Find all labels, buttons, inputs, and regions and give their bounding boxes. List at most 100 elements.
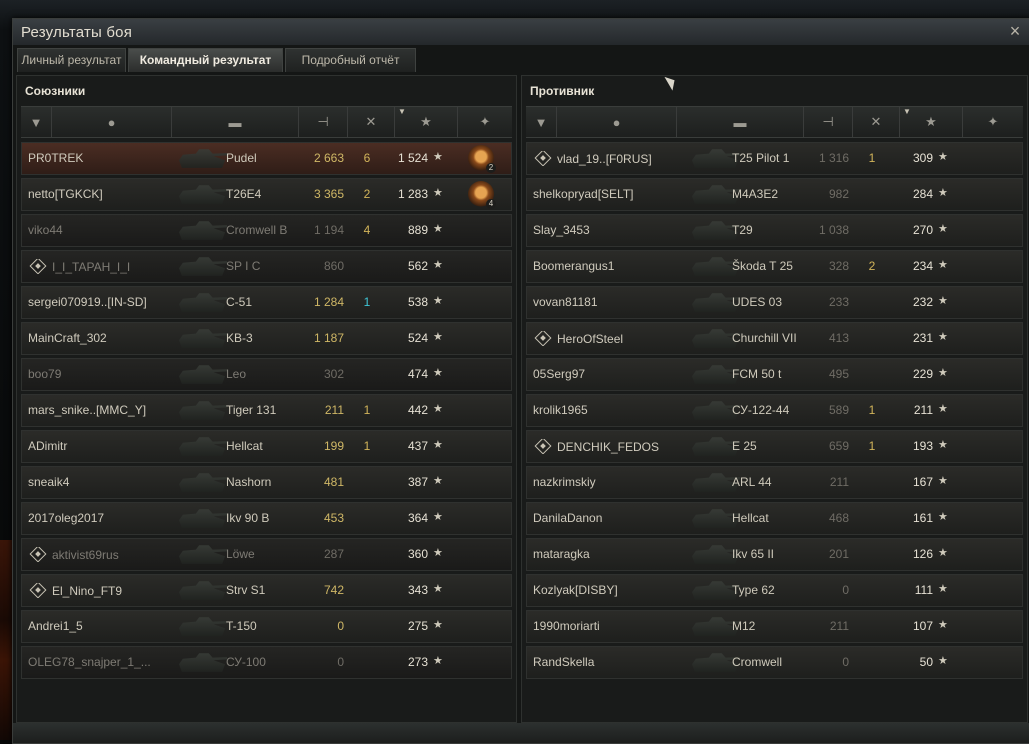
damage-value: 287 <box>323 547 344 561</box>
tank-name: T-150 <box>226 619 257 633</box>
allies-header: ▼ ● ▬ ⊣ ✕ ▼ ★ ✦ <box>21 106 512 138</box>
damage-column-icon[interactable]: ⊣ <box>299 107 348 137</box>
tank-name: Tiger 131 <box>226 403 277 417</box>
xp-value: 309 <box>912 151 933 165</box>
table-row[interactable]: Slay_3453 T29 1 038 270 ★ <box>526 214 1023 247</box>
table-row[interactable]: vlad_19..[F0RUS] T25 Pilot 11 316 1 309 ★ <box>526 142 1023 175</box>
squad-column-icon[interactable]: ▼ <box>21 107 52 137</box>
player-name: shelkopryad[SELT] <box>533 187 703 201</box>
table-row[interactable]: Andrei1_5 T-150 0 275 ★ <box>21 610 512 643</box>
damage-value: 211 <box>829 475 849 489</box>
player-name-text: OLEG78_snajper_1_... <box>28 655 151 669</box>
medal-icon[interactable]: 4 <box>468 181 496 209</box>
player-name-text: 2017oleg2017 <box>28 511 105 525</box>
player-name-text: Andrei1_5 <box>28 619 83 633</box>
player-name-text: DENCHIK_FEDOS <box>557 440 660 454</box>
table-row[interactable]: PR0TREK Pudel 2 663 6 1 524 ★ 2 <box>21 142 512 175</box>
star-icon: ★ <box>938 259 948 271</box>
player-name: krolik1965 <box>533 403 703 417</box>
player-column-icon[interactable]: ● <box>52 107 172 137</box>
table-row[interactable]: I_I_TAPAH_I_I SP I C 860 562 ★ <box>21 250 512 283</box>
player-name: PR0TREK <box>28 151 198 165</box>
table-row[interactable]: DanilaDanon Hellcat 468 161 ★ <box>526 502 1023 535</box>
xp-value: 211 <box>913 403 933 417</box>
table-row[interactable]: mars_snike..[MMC_Y] Tiger 131 211 1 442 ★ <box>21 394 512 427</box>
tank-column-icon[interactable]: ▬ <box>172 107 299 137</box>
bottom-bar <box>13 723 1029 743</box>
player-name-text: mataragka <box>533 547 590 561</box>
star-icon: ★ <box>433 439 443 451</box>
table-row[interactable]: vovan81181 UDES 03 233 232 ★ <box>526 286 1023 319</box>
xp-value: 538 <box>407 295 428 309</box>
table-row[interactable]: El_Nino_FT9 Strv S1 742 343 ★ <box>21 574 512 607</box>
medal-column-icon[interactable]: ✦ <box>963 107 1023 137</box>
table-row[interactable]: 1990moriarti M12 211 107 ★ <box>526 610 1023 643</box>
player-name-text: sergei070919..[IN-SD] <box>28 295 147 309</box>
xp-value: 107 <box>912 619 933 633</box>
star-icon: ★ <box>938 187 948 199</box>
table-row[interactable]: HeroOfSteel Churchill VII 413 231 ★ <box>526 322 1023 355</box>
player-name: MainCraft_302 <box>28 331 198 345</box>
table-row[interactable]: ADimitr Hellcat 199 1 437 ★ <box>21 430 512 463</box>
damage-value: 468 <box>828 511 849 525</box>
table-row[interactable]: 05Serg97 FCM 50 t 495 229 ★ <box>526 358 1023 391</box>
table-row[interactable]: MainCraft_302 KB-3 1 187 524 ★ <box>21 322 512 355</box>
enemy-header: ▼ ● ▬ ⊣ ✕ ▼ ★ ✦ <box>526 106 1023 138</box>
damage-value: 3 365 <box>313 187 344 201</box>
damage-value: 233 <box>828 295 849 309</box>
tank-name: Hellcat <box>226 439 263 453</box>
damage-column-icon[interactable]: ⊣ <box>804 107 853 137</box>
medal-icon[interactable]: 2 <box>468 145 496 173</box>
tank-column-icon[interactable]: ▬ <box>677 107 804 137</box>
player-name-text: netto[TGKCK] <box>28 187 103 201</box>
table-row[interactable]: nazkrimskiy ARL 44 211 167 ★ <box>526 466 1023 499</box>
table-row[interactable]: mataragka Ikv 65 II 201 126 ★ <box>526 538 1023 571</box>
player-name: RandSkella <box>533 655 703 669</box>
xp-column-icon[interactable]: ▼ ★ <box>395 107 458 137</box>
table-row[interactable]: netto[TGKCK] T26E4 3 365 2 1 283 ★ 4 <box>21 178 512 211</box>
table-row[interactable]: 2017oleg2017 Ikv 90 B 453 364 ★ <box>21 502 512 535</box>
allies-title: Союзники <box>25 84 86 98</box>
table-row[interactable]: boo79 Leo 302 474 ★ <box>21 358 512 391</box>
xp-column-icon[interactable]: ▼ ★ <box>900 107 963 137</box>
table-row[interactable]: sneaik4 Nashorn 481 387 ★ <box>21 466 512 499</box>
table-row[interactable]: viko44 Cromwell B1 194 4 889 ★ <box>21 214 512 247</box>
player-name: vovan81181 <box>533 295 703 309</box>
close-icon[interactable]: × <box>1006 22 1024 40</box>
player-name: nazkrimskiy <box>533 475 703 489</box>
title-bar: Результаты боя × <box>13 19 1029 45</box>
kills-column-icon[interactable]: ✕ <box>853 107 900 137</box>
xp-value: 275 <box>407 619 428 633</box>
damage-value: 1 284 <box>313 295 344 309</box>
tank-name: KB-3 <box>226 331 253 345</box>
table-row[interactable]: shelkopryad[SELT] M4A3E2 982 284 ★ <box>526 178 1023 211</box>
star-icon: ★ <box>433 403 443 415</box>
tab-team-result[interactable]: Командный результат <box>128 48 283 72</box>
star-icon: ★ <box>433 151 443 163</box>
table-row[interactable]: Boomerangus1 Škoda T 25 328 2 234 ★ <box>526 250 1023 283</box>
tank-name: Cromwell <box>732 655 783 669</box>
sort-indicator-icon: ▼ <box>398 107 406 116</box>
star-icon: ★ <box>938 439 948 451</box>
tab-personal-result[interactable]: Личный результат <box>17 48 126 72</box>
tank-name: Nashorn <box>226 475 272 489</box>
table-row[interactable]: DENCHIK_FEDOS E 25 659 1 193 ★ <box>526 430 1023 463</box>
table-row[interactable]: RandSkella Cromwell 0 50 ★ <box>526 646 1023 679</box>
star-header-icon: ★ <box>925 114 937 129</box>
player-column-icon[interactable]: ● <box>557 107 677 137</box>
table-row[interactable]: sergei070919..[IN-SD] C-51 1 284 1 538 ★ <box>21 286 512 319</box>
tab-detailed-report[interactable]: Подробный отчёт <box>285 48 416 72</box>
table-row[interactable]: krolik1965 СУ-122-44 589 1 211 ★ <box>526 394 1023 427</box>
tank-name: Hellcat <box>732 511 769 525</box>
player-name: sneaik4 <box>28 475 198 489</box>
kills-column-icon[interactable]: ✕ <box>348 107 395 137</box>
medal-count: 2 <box>486 163 496 173</box>
squad-column-icon[interactable]: ▼ <box>526 107 557 137</box>
table-row[interactable]: Kozlyak[DISBY] Type 62 0 111 ★ <box>526 574 1023 607</box>
player-name-text: mars_snike..[MMC_Y] <box>28 403 147 417</box>
damage-value: 481 <box>323 475 344 489</box>
player-name-text: DanilaDanon <box>533 511 603 525</box>
table-row[interactable]: aktivist69rus Löwe 287 360 ★ <box>21 538 512 571</box>
table-row[interactable]: OLEG78_snajper_1_... СУ-100 0 273 ★ <box>21 646 512 679</box>
medal-column-icon[interactable]: ✦ <box>458 107 512 137</box>
